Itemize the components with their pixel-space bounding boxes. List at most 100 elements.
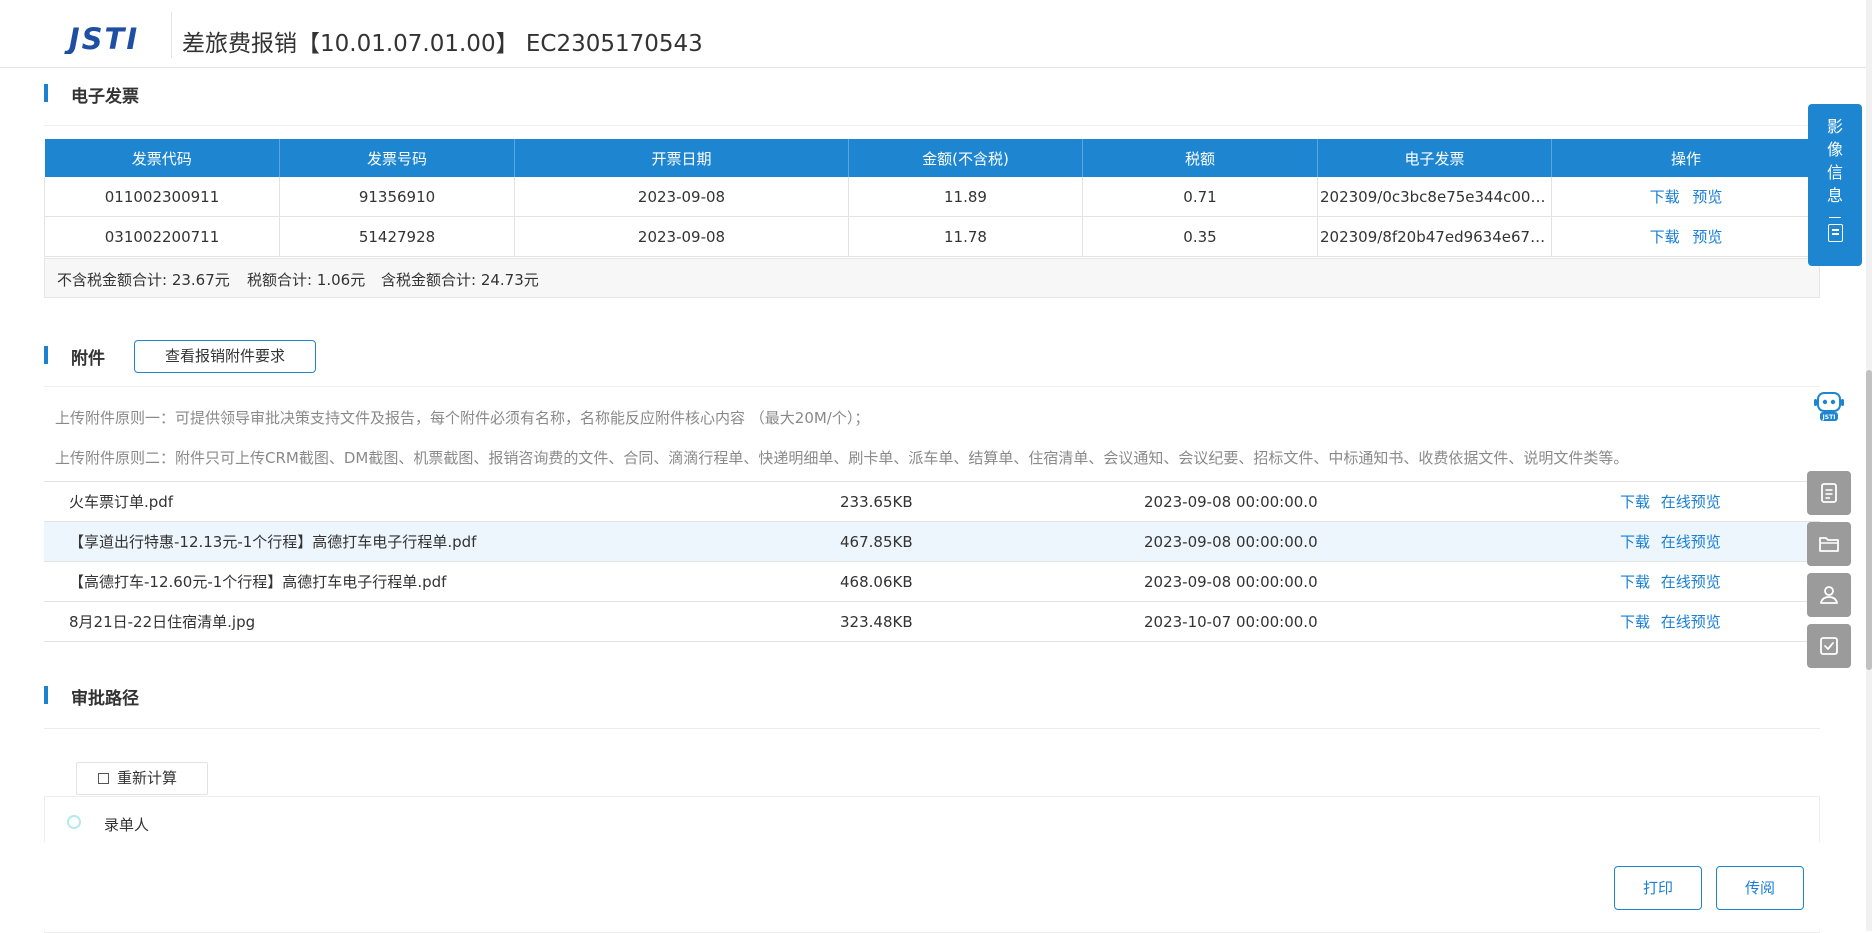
page-header: JSTI 差旅费报销【10.01.07.01.00】 EC2305170543 [0,0,1872,68]
download-link[interactable]: 下载 [1620,573,1650,591]
col-tax: 税额 [1082,139,1318,177]
preview-link[interactable]: 预览 [1692,188,1722,206]
table-row: 【高德打车-12.60元-1个行程】高德打车电子行程单.pdf 468.06KB… [44,561,1820,602]
invoice-number: 91356910 [279,177,515,217]
attachment-time: 2023-10-07 00:00:00.0 [1144,601,1620,642]
invoice-section-title: 电子发票 [71,87,139,107]
user-icon[interactable] [1807,573,1851,617]
col-e-invoice: 电子发票 [1317,139,1552,177]
col-invoice-code: 发票代码 [44,139,280,177]
invoice-code: 011002300911 [44,177,280,217]
recalculate-label: 重新计算 [117,769,178,787]
print-button[interactable]: 打印 [1614,866,1702,910]
attachment-time: 2023-09-08 00:00:00.0 [1144,481,1620,522]
table-row: 火车票订单.pdf 233.65KB 2023-09-08 00:00:00.0… [44,481,1820,522]
download-link[interactable]: 下载 [1620,493,1650,511]
document-icon[interactable] [1807,471,1851,515]
side-panel-char: 信 [1826,163,1843,182]
jsti-logo: JSTI [64,22,139,54]
svg-text:JSTI: JSTI [64,22,139,54]
invoice-tax: 0.71 [1082,177,1318,217]
attachment-table: 火车票订单.pdf 233.65KB 2023-09-08 00:00:00.0… [44,481,1820,642]
attachment-actions: 下载 在线预览 [1620,561,1820,602]
col-invoice-date: 开票日期 [514,139,849,177]
heading-accent-bar [44,686,48,704]
attachment-name: 【高德打车-12.60元-1个行程】高德打车电子行程单.pdf [44,561,840,602]
invoice-code: 031002200711 [44,216,280,257]
attachment-name: 【享道出行特惠-12.13元-1个行程】高德打车电子行程单.pdf [44,521,840,562]
invoice-actions: 下载 预览 [1551,177,1821,217]
invoice-summary: 不含税金额合计: 23.67元 税额合计: 1.06元 含税金额合计: 24.7… [44,258,1820,298]
table-row: 【享道出行特惠-12.13元-1个行程】高德打车电子行程单.pdf 467.85… [44,521,1820,562]
online-preview-link[interactable]: 在线预览 [1661,533,1721,551]
bottom-action-bar [0,842,1872,931]
col-invoice-number: 发票号码 [279,139,515,177]
invoice-file: 202309/0c3bc8e75e344c009d4... [1317,177,1552,217]
logo-separator [171,12,172,58]
page-title: 差旅费报销【10.01.07.01.00】 EC2305170543 [182,31,703,57]
invoice-number: 51427928 [279,216,515,257]
pretax-total: 不含税金额合计: 23.67元 [57,271,230,289]
invoice-table: 发票代码 发票号码 开票日期 金额(不含税) 税额 电子发票 操作 011002… [44,139,1821,257]
heading-accent-bar [44,84,48,102]
download-link[interactable]: 下载 [1650,188,1680,206]
download-link[interactable]: 下载 [1650,228,1680,246]
table-row: 8月21日-22日住宿清单.jpg 323.48KB 2023-10-07 00… [44,601,1820,642]
side-panel-char: 息 [1826,186,1843,205]
online-preview-link[interactable]: 在线预览 [1661,613,1721,631]
section-divider [44,728,1820,729]
svg-text:JSTI: JSTI [1822,414,1836,421]
image-info-panel-toggle[interactable]: 影 像 信 息 [1808,104,1862,266]
invoice-file: 202309/8f20b47ed9634e67ade... [1317,216,1552,257]
invoice-date: 2023-09-08 [514,177,849,217]
download-link[interactable]: 下载 [1620,613,1650,631]
attachment-size: 233.65KB [840,481,1144,522]
invoice-amount: 11.89 [848,177,1083,217]
scrollbar-thumb[interactable] [1866,370,1872,670]
circulate-button[interactable]: 传阅 [1716,866,1804,910]
attachment-name: 火车票订单.pdf [44,481,840,522]
side-panel-dash [1829,217,1841,218]
side-panel-char: 影 [1826,117,1843,136]
edit-icon [98,773,109,784]
invoice-tax: 0.35 [1082,216,1318,257]
side-panel-char: 像 [1826,140,1843,159]
recalculate-button[interactable]: 重新计算 [76,762,208,795]
download-link[interactable]: 下载 [1620,533,1650,551]
attachment-size: 323.48KB [840,601,1144,642]
attachment-section-title: 附件 [71,349,105,369]
invoice-amount: 11.78 [848,216,1083,257]
attachment-time: 2023-09-08 00:00:00.0 [1144,561,1620,602]
checkbox-icon[interactable] [1807,624,1851,668]
attachment-name: 8月21日-22日住宿清单.jpg [44,601,840,642]
approval-node-label: 录单人 [104,816,150,834]
robot-assistant-icon[interactable]: JSTI [1811,390,1847,426]
col-operations: 操作 [1551,139,1821,177]
folder-icon[interactable] [1807,522,1851,566]
invoice-actions: 下载 预览 [1551,216,1821,257]
online-preview-link[interactable]: 在线预览 [1661,573,1721,591]
invoice-table-header: 发票代码 发票号码 开票日期 金额(不含税) 税额 电子发票 操作 [44,139,1821,177]
attachment-size: 467.85KB [840,521,1144,562]
section-divider [44,125,1820,126]
attachment-size: 468.06KB [840,561,1144,602]
col-amount: 金额(不含税) [848,139,1083,177]
preview-link[interactable]: 预览 [1692,228,1722,246]
view-attachment-requirements-button[interactable]: 查看报销附件要求 [134,340,316,373]
attachment-actions: 下载 在线预览 [1620,481,1820,522]
attachment-time: 2023-09-08 00:00:00.0 [1144,521,1620,562]
approval-section-title: 审批路径 [71,689,139,709]
table-row: 011002300911 91356910 2023-09-08 11.89 0… [44,177,1821,217]
path-node-circle [67,815,81,829]
section-divider [44,386,1820,387]
upload-rule-1: 上传附件原则一：可提供领导审批决策支持文件及报告，每个附件必须有名称，名称能反应… [55,409,870,427]
heading-accent-bar [44,346,48,364]
online-preview-link[interactable]: 在线预览 [1661,493,1721,511]
document-icon [1827,224,1843,242]
attachment-actions: 下载 在线预览 [1620,601,1820,642]
table-row: 031002200711 51427928 2023-09-08 11.78 0… [44,216,1821,257]
invoice-date: 2023-09-08 [514,216,849,257]
grand-total: 含税金额合计: 24.73元 [381,271,539,289]
tax-total: 税额合计: 1.06元 [247,271,366,289]
upload-rule-2: 上传附件原则二：附件只可上传CRM截图、DM截图、机票截图、报销咨询费的文件、合… [55,449,1629,467]
